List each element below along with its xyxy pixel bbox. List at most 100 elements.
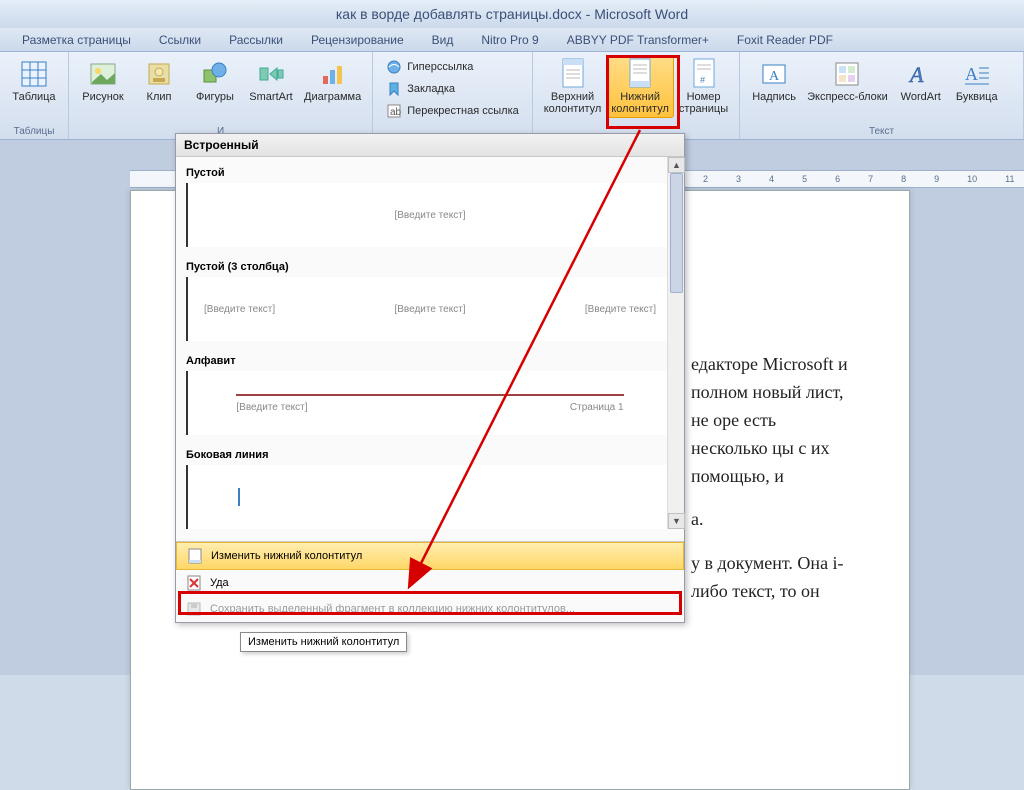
gallery-header: Встроенный xyxy=(176,134,684,157)
dropcap-button[interactable]: A Буквица xyxy=(949,55,1005,107)
remove-footer-label: Уда xyxy=(210,577,229,589)
table-label: Таблица xyxy=(12,92,55,104)
footer-gallery-dropdown: Встроенный Пустой [Введите текст] Пустой… xyxy=(175,133,685,623)
pagenum-button[interactable]: # Номер страницы xyxy=(674,55,733,118)
preview-empty[interactable]: [Введите текст] xyxy=(186,183,674,247)
svg-text:#: # xyxy=(700,75,705,85)
textbox-icon: A xyxy=(758,58,790,90)
save-icon xyxy=(186,601,202,617)
body-text-2: а. xyxy=(691,506,849,534)
save-selection-item: Сохранить выделенный фрагмент в коллекци… xyxy=(176,596,684,622)
tab-references[interactable]: Ссылки xyxy=(145,33,215,47)
picture-button[interactable]: Рисунок xyxy=(75,55,131,107)
crossref-label: Перекрестная ссылка xyxy=(407,105,519,117)
smartart-label: SmartArt xyxy=(249,92,292,104)
wordart-button[interactable]: A WordArt xyxy=(893,55,949,107)
gallery-footer: Изменить нижний колонтитул Уда Сохранить… xyxy=(176,541,684,622)
scroll-thumb[interactable] xyxy=(670,173,683,293)
clip-icon xyxy=(143,58,175,90)
gallery-scrollbar[interactable]: ▲ ▼ xyxy=(667,157,684,529)
page-icon xyxy=(187,548,203,564)
tab-page-layout[interactable]: Разметка страницы xyxy=(8,33,145,47)
bookmark-label: Закладка xyxy=(407,83,455,95)
table-icon xyxy=(18,58,50,90)
textbox-button[interactable]: A Надпись xyxy=(746,55,802,107)
header-button[interactable]: Верхний колонтитул xyxy=(539,55,607,118)
preview-empty3[interactable]: [Введите текст] [Введите текст] [Введите… xyxy=(186,277,674,341)
svg-text:A: A xyxy=(769,69,780,84)
chart-button[interactable]: Диаграмма xyxy=(299,55,366,107)
tooltip: Изменить нижний колонтитул xyxy=(240,632,407,652)
title-bar: как в ворде добавлять страницы.docx - Mi… xyxy=(0,0,1024,28)
clip-button[interactable]: Клип xyxy=(131,55,187,107)
group-text: A Надпись Экспресс-блоки A WordArt A xyxy=(740,52,1024,139)
footer-icon xyxy=(624,58,656,90)
pagenum-icon: # xyxy=(688,58,720,90)
placeholder-text: [Введите текст] xyxy=(394,210,465,221)
shapes-button[interactable]: Фигуры xyxy=(187,55,243,107)
smartart-icon xyxy=(255,58,287,90)
tooltip-text: Изменить нижний колонтитул xyxy=(248,636,399,648)
section-empty3: Пустой (3 столбца) xyxy=(186,255,674,277)
gallery-body: Пустой [Введите текст] Пустой (3 столбца… xyxy=(176,157,684,541)
clip-label: Клип xyxy=(147,92,172,104)
body-text-3: у в документ. Она і-либо текст, то он xyxy=(691,550,849,606)
preview-sideline[interactable] xyxy=(186,465,674,529)
chart-icon xyxy=(317,58,349,90)
dropcap-label: Буквица xyxy=(956,92,998,104)
edit-footer-item[interactable]: Изменить нижний колонтитул xyxy=(176,542,684,570)
scroll-down-icon[interactable]: ▼ xyxy=(668,513,685,529)
shapes-icon xyxy=(199,58,231,90)
svg-text:A: A xyxy=(965,64,978,84)
header-icon xyxy=(557,58,589,90)
quickparts-button[interactable]: Экспресс-блоки xyxy=(802,55,893,107)
wordart-label: WordArt xyxy=(901,92,941,104)
ribbon-tabs: Разметка страницы Ссылки Рассылки Реценз… xyxy=(0,28,1024,52)
remove-footer-item[interactable]: Уда xyxy=(176,570,684,596)
remove-icon xyxy=(186,575,202,591)
crossref-button[interactable]: ab Перекрестная ссылка xyxy=(383,101,522,121)
chart-label: Диаграмма xyxy=(304,92,361,104)
quickparts-icon xyxy=(831,58,863,90)
pagenum-label: Номер страницы xyxy=(679,92,728,115)
crossref-icon: ab xyxy=(386,103,402,119)
save-selection-label: Сохранить выделенный фрагмент в коллекци… xyxy=(210,603,575,615)
svg-text:ab: ab xyxy=(390,107,402,118)
window-title: как в ворде добавлять страницы.docx - Mi… xyxy=(336,6,688,22)
footer-label: Нижний колонтитул xyxy=(611,92,669,115)
ribbon: Таблица Таблицы Рисунок Клип xyxy=(0,52,1024,140)
shapes-label: Фигуры xyxy=(196,92,234,104)
hyperlink-label: Гиперссылка xyxy=(407,61,473,73)
bookmark-button[interactable]: Закладка xyxy=(383,79,522,99)
group-tables-label: Таблицы xyxy=(6,125,62,139)
group-illustrations: Рисунок Клип Фигуры SmartArt xyxy=(69,52,373,139)
side-bar xyxy=(238,488,240,506)
scroll-up-icon[interactable]: ▲ xyxy=(668,157,685,173)
picture-icon xyxy=(87,58,119,90)
wordart-icon: A xyxy=(905,58,937,90)
tab-mailings[interactable]: Рассылки xyxy=(215,33,297,47)
header-label: Верхний колонтитул xyxy=(544,92,602,115)
svg-text:A: A xyxy=(908,62,924,87)
tab-view[interactable]: Вид xyxy=(418,33,468,47)
tab-foxit[interactable]: Foxit Reader PDF xyxy=(723,33,847,47)
preview-alphabet[interactable]: [Введите текст] Страница 1 xyxy=(186,371,674,435)
smartart-button[interactable]: SmartArt xyxy=(243,55,299,107)
section-sideline: Боковая линия xyxy=(186,443,674,465)
hyperlink-button[interactable]: Гиперссылка xyxy=(383,57,522,77)
group-tables: Таблица Таблицы xyxy=(0,52,69,139)
section-empty: Пустой xyxy=(186,161,674,183)
edit-footer-label: Изменить нижний колонтитул xyxy=(211,550,362,562)
hyperlink-icon xyxy=(386,59,402,75)
group-text-label: Текст xyxy=(746,125,1017,139)
picture-label: Рисунок xyxy=(82,92,124,104)
tab-nitro[interactable]: Nitro Pro 9 xyxy=(467,33,552,47)
dropcap-icon: A xyxy=(961,58,993,90)
table-button[interactable]: Таблица xyxy=(6,55,62,107)
bookmark-icon xyxy=(386,81,402,97)
textbox-label: Надпись xyxy=(752,92,796,104)
group-links: Гиперссылка Закладка ab Перекрестная ссы… xyxy=(373,52,533,139)
tab-review[interactable]: Рецензирование xyxy=(297,33,418,47)
tab-abbyy[interactable]: ABBYY PDF Transformer+ xyxy=(553,33,723,47)
footer-button[interactable]: Нижний колонтитул xyxy=(606,55,674,118)
